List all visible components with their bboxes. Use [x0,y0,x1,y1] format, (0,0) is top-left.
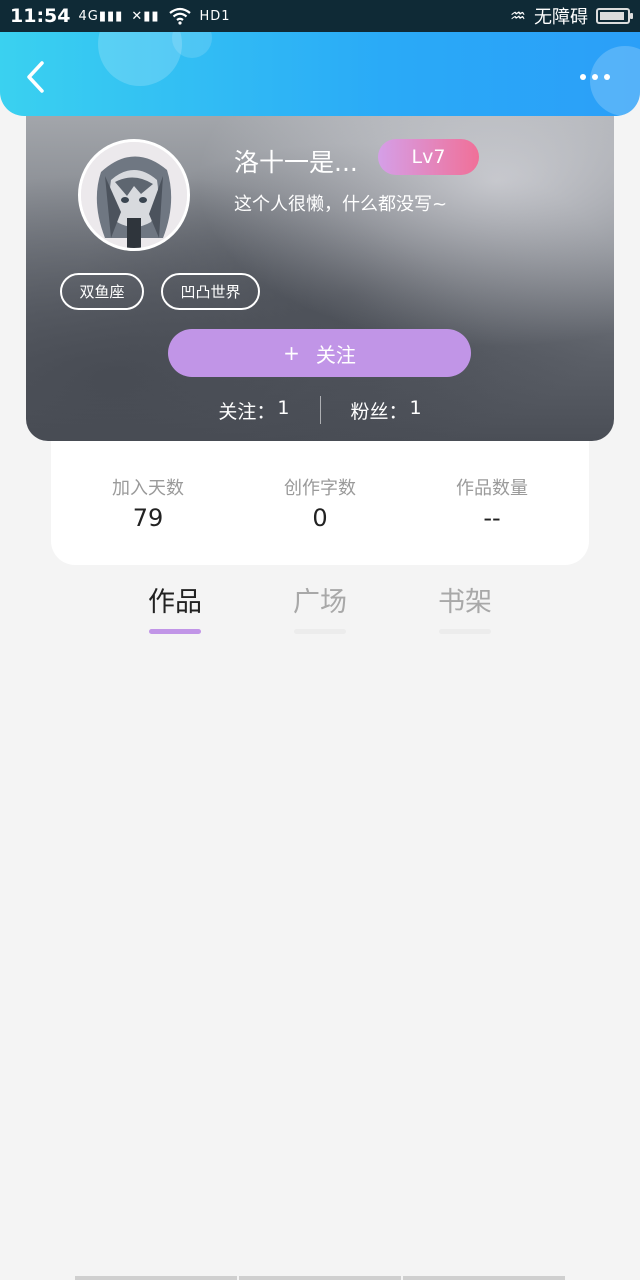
username: 洛十一是... [234,148,358,177]
vibrate-icon: ♒ [509,5,526,27]
tab-indicator [294,629,346,634]
chevron-left-icon [27,61,44,93]
tab-label: 广场 [293,587,347,618]
gesture-segment [239,1276,401,1280]
gesture-segment [403,1276,565,1280]
follow-stats: 关注： 1 粉丝： 1 [26,394,614,426]
followers-value: 1 [409,396,422,419]
stats-divider [319,396,321,424]
following-count[interactable]: 关注： 1 [218,397,289,424]
more-dots-icon [592,74,598,80]
more-dots-icon [580,74,586,80]
tab-label: 书架 [438,587,492,618]
header-bar [0,32,640,116]
bio-text: 这个人很懒，什么都没写~ [234,194,448,215]
hd-icon: HD1 [199,8,231,24]
status-right: ♒ 无障碍 [509,3,633,29]
status-bar: 11:54 4G▮▮▮ ✕▮▮ HD1 ♒ 无障碍 [0,0,640,32]
more-button[interactable] [570,62,620,92]
stat-value: 79 [132,504,164,532]
follow-button-label: 关注 [315,342,356,367]
stat-join-days: 加入天数 79 [103,474,193,532]
more-dots-icon [604,74,610,80]
signal-off-icon: ✕▮▮ [131,8,160,24]
battery-icon [596,8,633,24]
following-label: 关注： [218,400,276,423]
tag-zodiac[interactable]: 双鱼座 [60,273,144,310]
decor-bubble [98,32,182,86]
network-label: 4G [78,8,99,24]
gesture-segment [75,1276,237,1280]
followers-count[interactable]: 粉丝： 1 [351,397,422,424]
tab-square[interactable]: 广场 [280,580,360,634]
content-tabs: 作品 广场 书架 [0,580,640,640]
stat-label: 加入天数 [112,478,184,499]
profile-card: 洛十一是... Lv7 这个人很懒，什么都没写~ 双鱼座 凹凸世界 + 关注 关… [26,116,614,441]
tab-indicator [439,629,491,634]
level-badge: Lv7 [378,139,479,175]
followers-label: 粉丝： [350,400,408,423]
tab-label: 作品 [148,587,202,618]
stat-value: 0 [312,504,328,532]
stat-value: -- [483,504,501,532]
signal-icon: 4G▮▮▮ [78,8,124,24]
back-button[interactable] [18,60,52,94]
stat-label: 创作字数 [284,478,356,499]
stat-word-count: 创作字数 0 [275,474,365,532]
accessibility-label: 无障碍 [534,7,588,28]
tab-bookshelf[interactable]: 书架 [425,580,505,634]
tab-works[interactable]: 作品 [135,580,215,634]
stat-works-count: 作品数量 -- [447,474,537,532]
avatar[interactable] [78,139,190,251]
gesture-bar[interactable] [75,1276,565,1280]
avatar-image [81,142,187,248]
plus-icon: + [283,341,300,365]
follow-button[interactable]: + 关注 [168,329,471,377]
status-left: 11:54 4G▮▮▮ ✕▮▮ HD1 [10,5,231,27]
tab-indicator [149,629,201,634]
following-value: 1 [277,396,290,419]
stats-card: 加入天数 79 创作字数 0 作品数量 -- [51,441,589,565]
wifi-icon [168,7,191,25]
stat-label: 作品数量 [456,478,528,499]
status-time: 11:54 [10,5,71,27]
tag-interest[interactable]: 凹凸世界 [161,273,260,310]
